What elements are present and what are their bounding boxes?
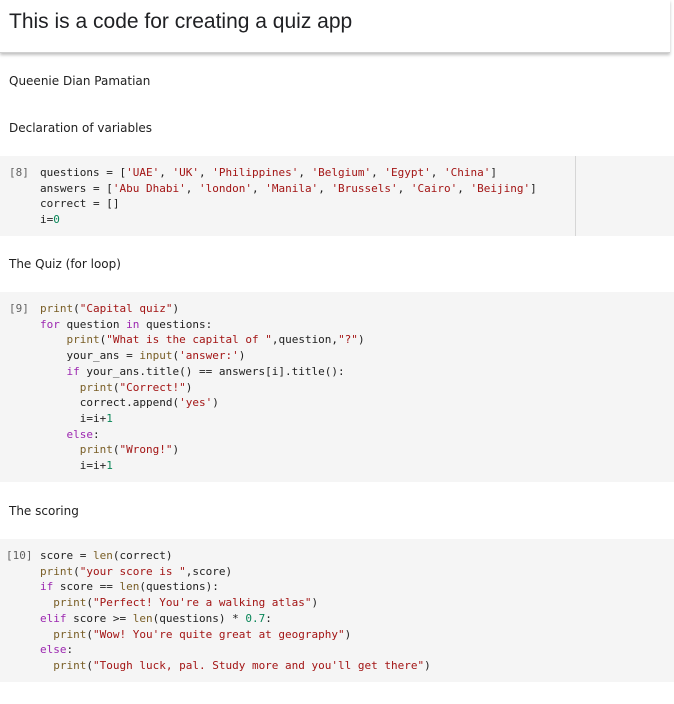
code-line: answers = ['Abu Dhabi', 'london', 'Manil… [40,181,537,195]
code-line: print("Wrong!") [79,443,180,457]
code-line: your_ans = input('answer:') [40,349,246,363]
code-line: for question in questions: [40,317,213,331]
code-cell-10[interactable]: [10] score = len(correct) print("your sc… [0,539,674,682]
code-block[interactable]: score = len(correct) print("your score i… [40,548,431,674]
section-heading-declaration: Declaration of variables [9,121,153,135]
page-title: This is a code for creating a quiz app [9,10,353,33]
code-line: print("Capital quiz") [40,302,180,315]
cell-prompt: [9] [9,302,29,315]
code-line: print("your score is ",score) [40,564,233,578]
code-line: if your_ans.title() == answers[i].title(… [66,364,345,378]
notebook-header: This is a code for creating a quiz app [0,0,670,53]
code-line: correct.append('yes') [40,396,219,410]
code-cell-8[interactable]: [8] questions = ['UAE', 'UK', 'Philippin… [0,156,674,236]
code-line: print("Correct!") [79,380,193,394]
cell-prompt: [8] [9,166,29,179]
code-line: print("Wow! You're quite great at geogra… [53,627,352,641]
code-line: correct = [] [40,197,120,211]
code-line: else: [66,427,100,441]
code-line: print("Perfect! You're a walking atlas") [53,596,319,610]
section-heading-quiz: The Quiz (for loop) [9,257,121,271]
code-line: else: [40,643,74,657]
cell-prompt: [10] [6,549,33,562]
code-line: i=0 [40,213,60,227]
code-cell-9[interactable]: [9] print("Capital quiz") for question i… [0,292,674,482]
code-line: i=i+1 [40,411,113,425]
code-line: if score == len(questions): [40,580,219,594]
code-block[interactable]: questions = ['UAE', 'UK', 'Philippines',… [40,165,537,228]
code-line: score = len(correct) [40,549,173,562]
code-line: i=i+1 [40,459,113,473]
code-block[interactable]: print("Capital quiz") for question in qu… [40,301,365,474]
code-line: print("What is the capital of ",question… [66,333,365,347]
cell-divider [575,156,576,236]
code-line: questions = ['UAE', 'UK', 'Philippines',… [40,166,498,179]
code-line: print("Tough luck, pal. Study more and y… [53,658,431,672]
author-name: Queenie Dian Pamatian [9,74,151,88]
section-heading-scoring: The scoring [9,504,79,518]
code-line: elif score >= len(questions) * 0.7: [40,611,272,625]
